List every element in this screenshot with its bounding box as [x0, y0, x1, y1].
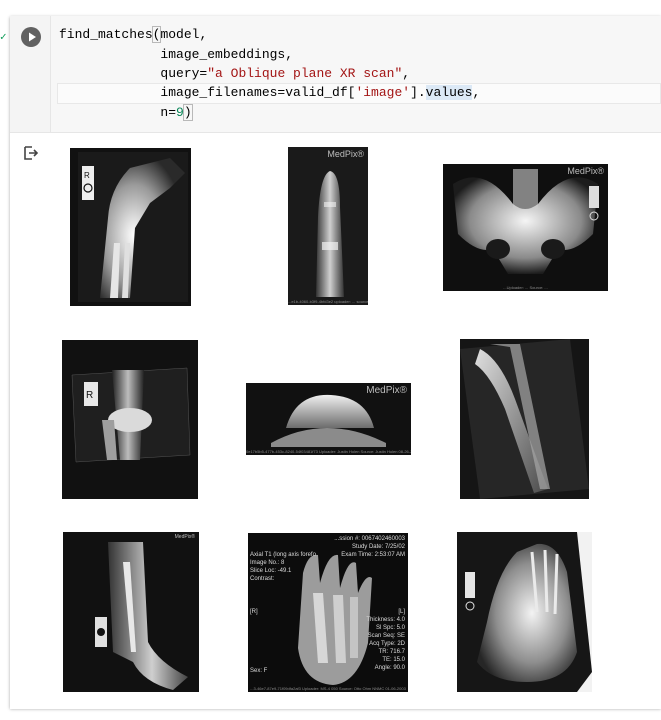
image-caption: 0e17b5b5-477b-453c-8240-54f03481f73 Uplo…: [246, 449, 411, 454]
result-image-6: [460, 339, 589, 499]
code-area: find_matches(model, image_embeddings, qu…: [10, 16, 661, 132]
watermark: MedPix®: [327, 149, 364, 159]
image-caption: ...3-46e7-87e9-71f09dfa2af3 Uploader: MS…: [250, 686, 406, 691]
result-image-8: ...ssion #: 0067402460003 Study Date: 7/…: [248, 533, 408, 692]
code-token: query=: [59, 66, 208, 81]
mri-left-marker: [L]: [398, 609, 405, 615]
mri-acquisition-info: Thickness: 4.0 Sl Spc: 5.0 Scan Seq: SE …: [366, 617, 405, 671]
result-image-9: [457, 532, 592, 692]
svg-text:R: R: [86, 390, 93, 401]
output-redirect-icon[interactable]: [23, 145, 39, 161]
result-image-4: R: [62, 340, 198, 499]
code-line[interactable]: image_filenames=valid_df['image'].values…: [59, 83, 480, 102]
result-image-5: MedPix® 0e17b5b5-477b-453c-8240-54f03481…: [246, 383, 411, 455]
result-image-3: MedPix® ...Uploader: ... Source: ...: [443, 164, 608, 291]
result-image-1: R: [70, 148, 191, 306]
cell-status-mark: ✓: [0, 30, 7, 43]
image-caption: ...Uploader: ... Source: ...: [503, 285, 548, 290]
mri-top-right-info: ...ssion #: 0067402460003 Study Date: 7/…: [334, 536, 405, 558]
code-token: model,: [160, 27, 208, 42]
cell-gutter: [10, 16, 51, 132]
play-icon: [29, 32, 36, 42]
code-token: ): [182, 104, 193, 121]
code-token: "a Oblique plane XR scan": [207, 66, 403, 81]
code-token: ,: [402, 66, 411, 81]
result-image-7: MedPix®: [63, 532, 199, 692]
watermark: MedPix®: [366, 385, 407, 396]
code-line[interactable]: n=9): [59, 103, 193, 122]
code-token: n=: [59, 105, 177, 120]
output-area: R MedPix® ...e1b-4060-b3f9-4bfd3e2 uploa…: [10, 132, 661, 709]
code-line[interactable]: image_embeddings,: [59, 45, 293, 64]
code-token: image_embeddings,: [59, 47, 294, 62]
code-line[interactable]: query="a Oblique plane XR scan",: [59, 64, 410, 83]
code-token: ,: [472, 85, 481, 100]
code-token: 9: [176, 105, 184, 120]
code-token: image_filenames=valid_df[: [59, 85, 356, 100]
watermark: MedPix®: [567, 166, 604, 176]
mri-left-info: Axial T1 (long axis forefo Image No.: 8 …: [250, 552, 316, 582]
notebook-cell: find_matches(model, image_embeddings, qu…: [10, 16, 661, 709]
code-token: 'image': [355, 85, 411, 100]
code-line[interactable]: find_matches(model,: [59, 25, 207, 44]
code-token: ].: [410, 85, 426, 100]
code-token: find_matches: [59, 27, 153, 42]
watermark: MedPix®: [174, 534, 195, 540]
run-cell-button[interactable]: [21, 27, 41, 47]
mri-right-marker: [R]: [250, 609, 258, 615]
code-token: values: [425, 85, 473, 100]
image-caption: ...e1b-4060-b3f9-4bfd3e2 uploader: ... s…: [288, 299, 368, 304]
svg-text:R: R: [84, 171, 90, 180]
mri-sex-info: Sex: F: [250, 668, 268, 674]
result-image-2: MedPix® ...e1b-4060-b3f9-4bfd3e2 uploade…: [288, 147, 368, 305]
code-editor[interactable]: find_matches(model, image_embeddings, qu…: [51, 16, 661, 132]
